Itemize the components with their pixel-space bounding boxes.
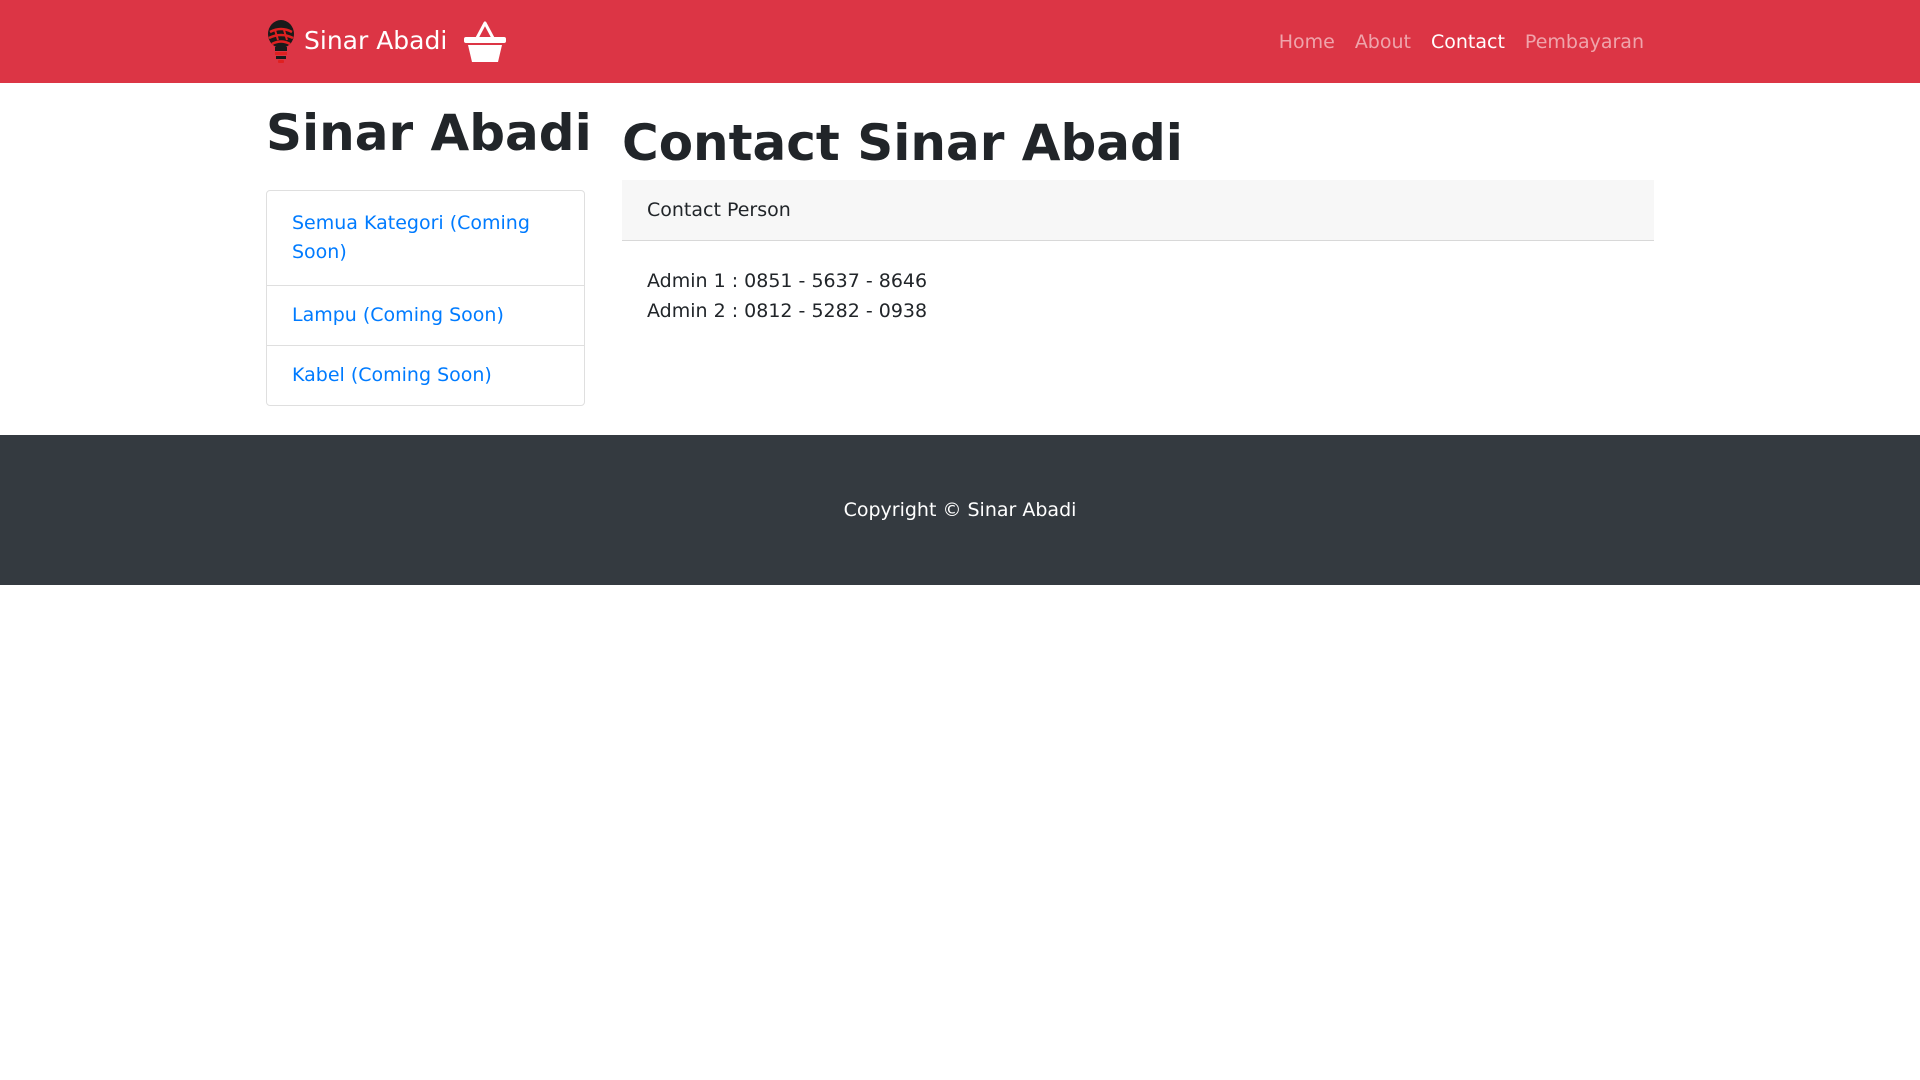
contact-card: Contact Person Admin 1 : 0851 - 5637 - 8… [622,180,1654,326]
contact-admin-2: Admin 2 : 0812 - 5282 - 0938 [647,300,928,322]
footer: Copyright © Sinar Abadi [0,435,1920,585]
nav-pembayaran-link[interactable]: Pembayaran [1525,31,1644,53]
sidebar-title: Sinar Abadi [266,104,592,162]
contact-admin-1: Admin 1 : 0851 - 5637 - 8646 [647,270,928,292]
lightbulb-logo-icon [268,20,294,63]
category-item-lampu[interactable]: Lampu (Coming Soon) [267,286,584,346]
nav-about-link[interactable]: About [1355,31,1411,53]
navbar: Sinar Abadi Home About Contact Pembayara… [0,0,1920,83]
category-list: Semua Kategori (Coming Soon) Lampu (Comi… [266,190,585,406]
copyright-text: Copyright © Sinar Abadi [843,499,1077,521]
nav-contact-link[interactable]: Contact [1431,31,1505,53]
nav-menu: Home About Contact Pembayaran [1279,0,1644,83]
brand-text: Sinar Abadi [304,26,448,55]
nav-home-link[interactable]: Home [1279,31,1335,53]
page-title: Contact Sinar Abadi [622,114,1183,172]
cart-button[interactable] [462,18,508,64]
brand-link[interactable]: Sinar Abadi [266,18,447,64]
category-item-semua-kategori[interactable]: Semua Kategori (Coming Soon) [267,191,584,286]
category-item-kabel[interactable]: Kabel (Coming Soon) [267,346,584,405]
card-header: Contact Person [622,180,1654,241]
card-body: Admin 1 : 0851 - 5637 - 8646 Admin 2 : 0… [622,241,1654,326]
basket-icon [464,21,506,62]
